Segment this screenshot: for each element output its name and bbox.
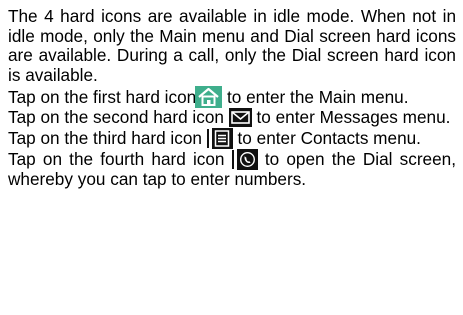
instruction-main-menu: Tap on the first hard icon to enter the … [8, 85, 456, 108]
instruction-contacts-tail: to enter Contacts menu. [232, 127, 421, 148]
instruction-dial-text: Tap on the fourth hard icon [8, 148, 232, 169]
manual-text-block: The 4 hard icons are available in idle m… [8, 6, 456, 190]
instruction-dial: Tap on the fourth hard icon to open the … [8, 148, 456, 190]
instruction-messages-text: Tap on the second hard icon [8, 106, 229, 127]
contacts-book-icon [206, 127, 233, 149]
instruction-messages: Tap on the second hard icon to enter Mes… [8, 106, 456, 128]
home-icon [195, 85, 223, 108]
instruction-main-menu-tail: to enter the Main menu. [222, 86, 409, 107]
instruction-messages-tail: to enter Messages menu. [251, 106, 451, 127]
instruction-contacts: Tap on the third hard icon to enter Cont… [8, 127, 456, 149]
intro-paragraph: The 4 hard icons are available in idle m… [8, 6, 456, 86]
instruction-main-menu-text: Tap on the first hard icon [8, 86, 197, 107]
phone-dial-icon [231, 148, 258, 170]
instruction-contacts-text: Tap on the third hard icon [8, 127, 207, 148]
envelope-icon [228, 107, 252, 127]
